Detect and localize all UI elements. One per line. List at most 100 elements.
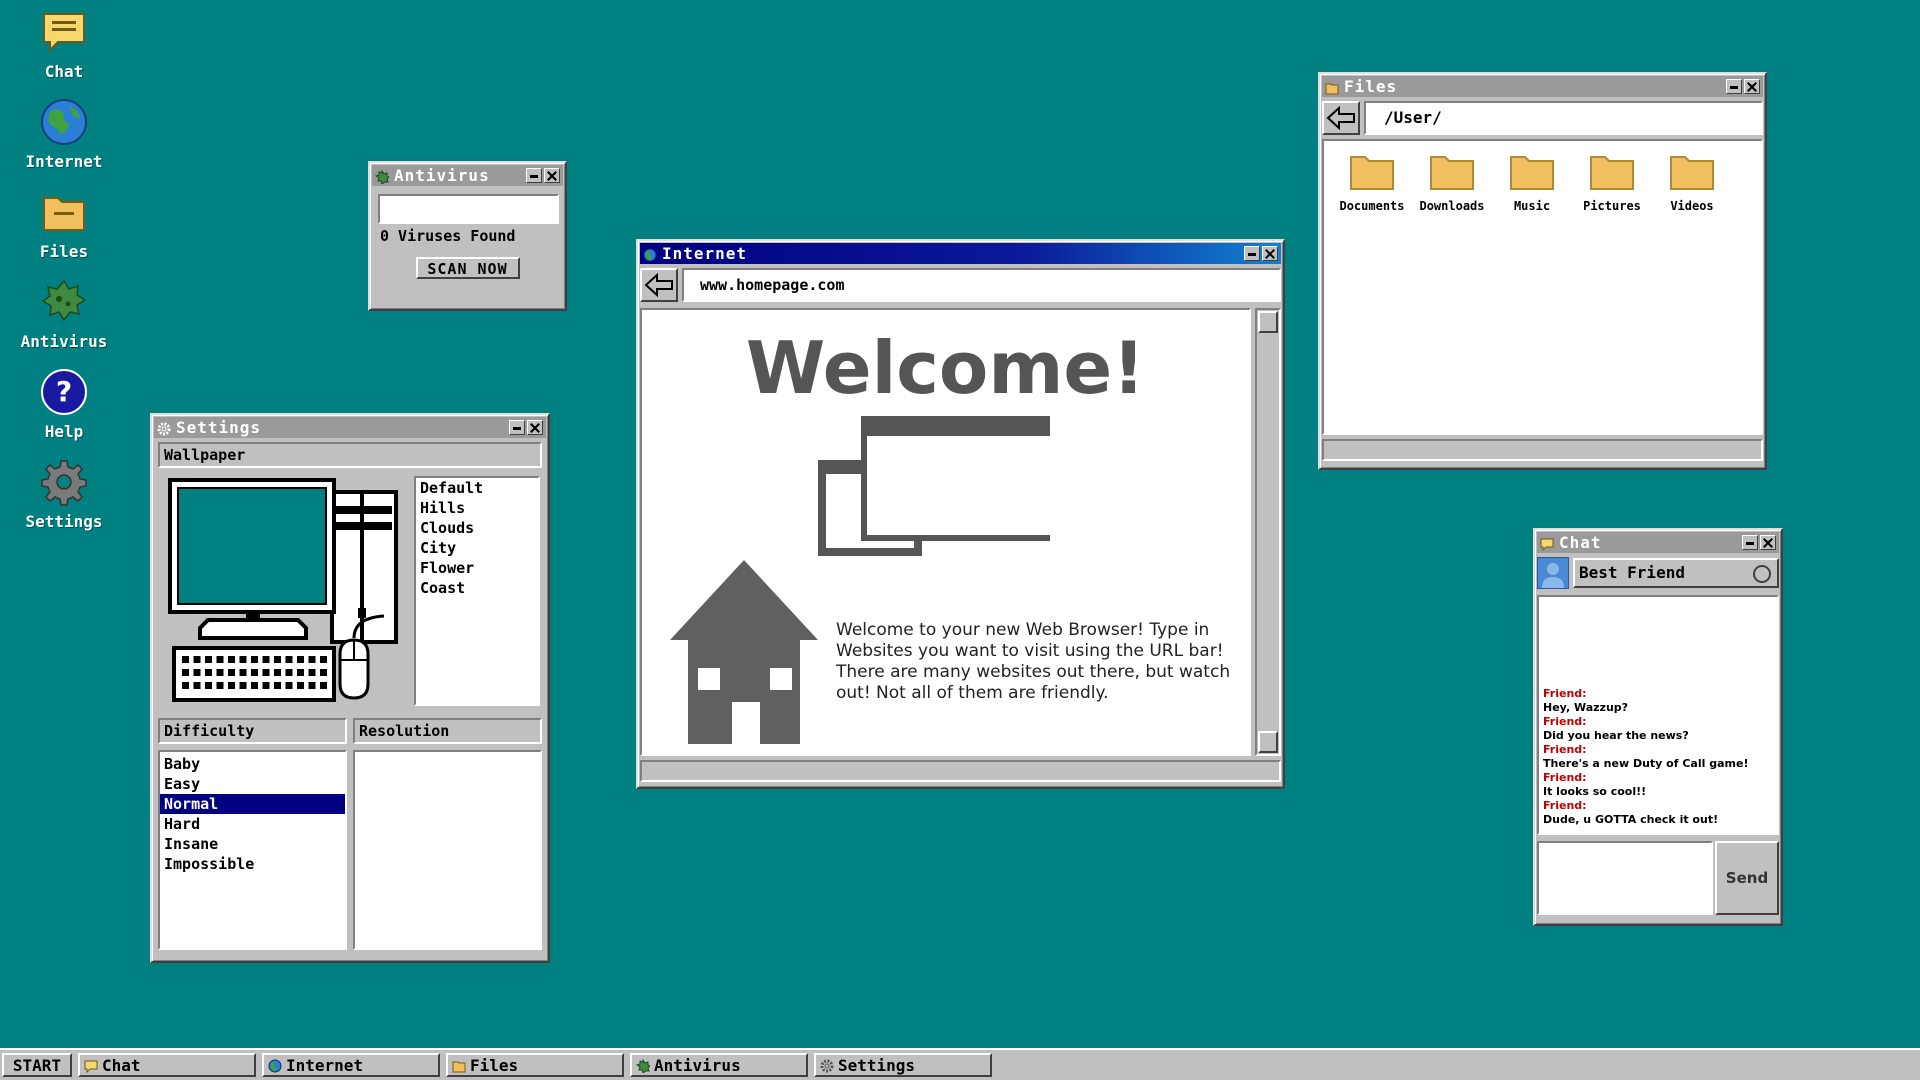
scroll-up-button[interactable] <box>1258 311 1278 333</box>
folder-icon <box>1510 156 1554 190</box>
folder-item[interactable]: Music <box>1492 151 1572 433</box>
taskbar-item-internet[interactable]: Internet <box>262 1053 440 1077</box>
globe-icon <box>40 98 88 146</box>
path-input[interactable]: /User/ <box>1364 101 1763 135</box>
chat-titlebar[interactable]: Chat <box>1537 532 1779 553</box>
keyboard-key <box>205 682 212 689</box>
desktop-icon-label: Antivirus <box>20 332 108 351</box>
wallpaper-option[interactable]: Clouds <box>416 518 538 538</box>
message-text: Did you hear the news? <box>1543 729 1689 742</box>
minimize-button[interactable] <box>526 168 542 183</box>
folder-item[interactable]: Videos <box>1652 151 1732 433</box>
wallpaper-option[interactable]: City <box>416 538 538 558</box>
keyboard-key <box>274 682 281 689</box>
taskbar-item-files[interactable]: Files <box>446 1053 624 1077</box>
keyboard-key <box>274 656 281 663</box>
close-button[interactable] <box>1262 246 1278 261</box>
folder-item[interactable]: Downloads <box>1412 151 1492 433</box>
keyboard-key <box>320 669 327 676</box>
keyboard-key <box>274 669 281 676</box>
difficulty-header: Difficulty <box>158 718 347 744</box>
antivirus-titlebar[interactable]: Antivirus <box>372 165 563 186</box>
send-button[interactable]: Send <box>1715 841 1779 915</box>
desktop-icon-settings[interactable]: Settings <box>0 458 128 531</box>
start-button[interactable]: START <box>2 1053 72 1077</box>
message-sender: Friend: <box>1543 687 1587 700</box>
folder-icon <box>1590 156 1634 190</box>
keyboard-key <box>251 669 258 676</box>
desktop-icon-antivirus[interactable]: Antivirus <box>0 278 128 351</box>
contact-name[interactable]: Best Friend <box>1573 558 1779 588</box>
minimize-button[interactable] <box>1244 246 1260 261</box>
settings-window: Settings Wallpaper Default Hills Clouds … <box>150 413 550 963</box>
back-button[interactable] <box>640 268 678 302</box>
back-button[interactable] <box>1322 101 1360 135</box>
desktop-icon-chat[interactable]: Chat <box>0 8 128 81</box>
scroll-down-button[interactable] <box>1258 731 1278 753</box>
desktop-icon-files[interactable]: Files <box>0 188 128 261</box>
folder-label: Videos <box>1670 199 1714 213</box>
keyboard-key <box>297 669 304 676</box>
folder-icon <box>40 188 88 236</box>
desktop-icon-internet[interactable]: Internet <box>0 98 128 171</box>
gear-icon <box>157 421 171 435</box>
wallpaper-option[interactable]: Coast <box>416 578 538 598</box>
keyboard-key <box>297 682 304 689</box>
close-button[interactable] <box>1760 535 1776 550</box>
internet-window: Internet www.homepage.com Welcome! Welco… <box>636 239 1285 789</box>
folder-item[interactable]: Documents <box>1332 151 1412 433</box>
message-sender: Friend: <box>1543 743 1587 756</box>
virus-count-status: 0 Viruses Found <box>380 227 516 245</box>
url-input[interactable]: www.homepage.com <box>682 268 1281 302</box>
desktop-icon-label: Chat <box>44 62 84 81</box>
chat-icon <box>1540 536 1554 551</box>
close-button[interactable] <box>527 420 543 435</box>
minimize-button[interactable] <box>509 420 525 435</box>
difficulty-option[interactable]: Insane <box>160 834 345 854</box>
computer-preview-icon <box>168 478 398 702</box>
difficulty-option[interactable]: Easy <box>160 774 345 794</box>
url-bar: www.homepage.com <box>640 268 1281 302</box>
wallpaper-header: Wallpaper <box>158 442 542 468</box>
chat-icon <box>84 1058 98 1074</box>
close-button[interactable] <box>1744 79 1760 94</box>
desktop-icon-label: Help <box>44 422 84 441</box>
contact-name-label: Best Friend <box>1579 563 1685 582</box>
globe-icon <box>643 247 657 261</box>
close-button[interactable] <box>544 168 560 183</box>
taskbar-item-settings[interactable]: Settings <box>814 1053 992 1077</box>
virus-icon <box>635 1058 651 1074</box>
resolution-list[interactable] <box>353 750 542 950</box>
horizontal-scrollbar[interactable] <box>640 760 1281 782</box>
desktop-icon-label: Settings <box>25 512 103 531</box>
vertical-scrollbar[interactable] <box>1255 308 1281 756</box>
wallpaper-option[interactable]: Hills <box>416 498 538 518</box>
keyboard-key <box>320 682 327 689</box>
chat-message: Friend: Did you hear the news? <box>1543 715 1773 743</box>
keyboard-key <box>285 669 293 676</box>
difficulty-list: Baby Easy Normal Hard Insane Impossible <box>158 750 347 950</box>
difficulty-option[interactable]: Hard <box>160 814 345 834</box>
desktop-icon-help[interactable]: ? Help <box>0 368 128 441</box>
scan-now-button[interactable]: SCAN NOW <box>415 257 520 279</box>
wallpaper-option[interactable]: Flower <box>416 558 538 578</box>
back-arrow-icon <box>1326 105 1355 131</box>
internet-titlebar[interactable]: Internet <box>640 243 1281 264</box>
wallpaper-option[interactable]: Default <box>416 478 538 498</box>
taskbar-item-antivirus[interactable]: Antivirus <box>630 1053 808 1077</box>
chat-message: Friend: Hey, Wazzup? <box>1543 687 1773 715</box>
minimize-button[interactable] <box>1726 79 1742 94</box>
files-titlebar[interactable]: Files <box>1322 76 1763 97</box>
taskbar-item-chat[interactable]: Chat <box>78 1053 256 1077</box>
window-title: Internet <box>662 244 748 263</box>
difficulty-option-selected[interactable]: Normal <box>160 794 345 814</box>
keyboard-key <box>239 669 247 676</box>
keyboard-key <box>193 682 201 689</box>
keyboard-key <box>182 656 189 663</box>
difficulty-option[interactable]: Baby <box>160 754 345 774</box>
minimize-button[interactable] <box>1742 535 1758 550</box>
difficulty-option[interactable]: Impossible <box>160 854 345 874</box>
settings-titlebar[interactable]: Settings <box>154 417 546 438</box>
message-input[interactable] <box>1537 841 1713 915</box>
folder-item[interactable]: Pictures <box>1572 151 1652 433</box>
